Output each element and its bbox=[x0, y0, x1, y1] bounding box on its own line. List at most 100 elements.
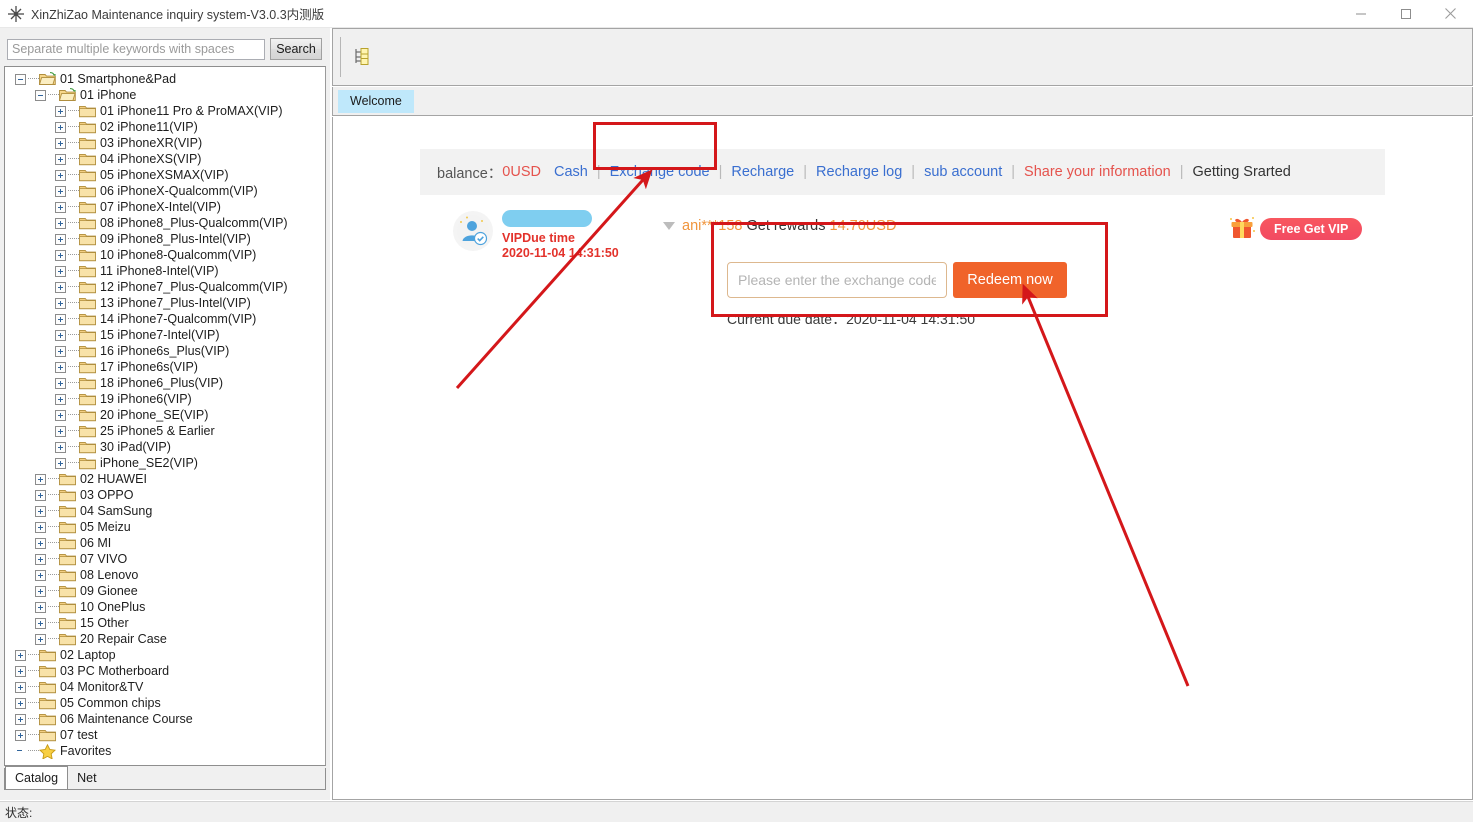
tree-item[interactable]: 02 Laptop bbox=[5, 647, 325, 663]
nav-item-exchange-code[interactable]: Exchange code bbox=[610, 164, 710, 180]
expand-plus-icon[interactable] bbox=[55, 153, 66, 165]
tree-item[interactable]: 08 Lenovo bbox=[5, 567, 325, 583]
tree-item[interactable]: 10 OnePlus bbox=[5, 599, 325, 615]
tree-item[interactable]: 05 Meizu bbox=[5, 519, 325, 535]
tree-item[interactable]: 07 iPhoneX-Intel(VIP) bbox=[5, 199, 325, 215]
maximize-icon[interactable] bbox=[1383, 0, 1428, 27]
expand-plus-icon[interactable] bbox=[15, 729, 26, 741]
tree-item[interactable]: 05 Common chips bbox=[5, 695, 325, 711]
expand-plus-icon[interactable] bbox=[15, 681, 26, 693]
tree-item[interactable]: 06 iPhoneX-Qualcomm(VIP) bbox=[5, 183, 325, 199]
sidebar-tab-catalog[interactable]: Catalog bbox=[5, 766, 69, 789]
tree-item[interactable]: 03 PC Motherboard bbox=[5, 663, 325, 679]
expand-plus-icon[interactable] bbox=[15, 665, 26, 677]
expand-plus-icon[interactable] bbox=[35, 633, 46, 645]
expand-plus-icon[interactable] bbox=[55, 249, 66, 261]
expand-plus-icon[interactable] bbox=[55, 137, 66, 149]
expand-plus-icon[interactable] bbox=[55, 281, 66, 293]
tree-item[interactable]: 25 iPhone5 & Earlier bbox=[5, 423, 325, 439]
tree-item[interactable]: 09 Gionee bbox=[5, 583, 325, 599]
exchange-code-input[interactable] bbox=[727, 262, 947, 298]
close-icon[interactable] bbox=[1428, 0, 1473, 27]
expand-plus-icon[interactable] bbox=[55, 361, 66, 373]
tree-item[interactable]: 30 iPad(VIP) bbox=[5, 439, 325, 455]
tree-item[interactable]: 19 iPhone6(VIP) bbox=[5, 391, 325, 407]
tree-item[interactable]: 09 iPhone8_Plus-Intel(VIP) bbox=[5, 231, 325, 247]
tab-welcome[interactable]: Welcome bbox=[338, 89, 414, 113]
expand-plus-icon[interactable] bbox=[55, 329, 66, 341]
tree-item[interactable]: 01 iPhone bbox=[5, 87, 325, 103]
tree-item[interactable]: 10 iPhone8-Qualcomm(VIP) bbox=[5, 247, 325, 263]
collapse-minus-icon[interactable] bbox=[15, 73, 26, 85]
expand-plus-icon[interactable] bbox=[55, 297, 66, 309]
sidebar-tab-net[interactable]: Net bbox=[68, 768, 106, 789]
expand-plus-icon[interactable] bbox=[15, 649, 26, 661]
expand-plus-icon[interactable] bbox=[35, 553, 46, 565]
expand-plus-icon[interactable] bbox=[55, 345, 66, 357]
expand-plus-icon[interactable] bbox=[55, 185, 66, 197]
tree-item[interactable]: 05 iPhoneXSMAX(VIP) bbox=[5, 167, 325, 183]
tree-item[interactable]: 12 iPhone7_Plus-Qualcomm(VIP) bbox=[5, 279, 325, 295]
collapse-minus-icon[interactable] bbox=[35, 89, 46, 101]
tree-item[interactable]: 04 Monitor&TV bbox=[5, 679, 325, 695]
expand-plus-icon[interactable] bbox=[35, 521, 46, 533]
tree-item[interactable]: 07 VIVO bbox=[5, 551, 325, 567]
tree-item[interactable]: 20 Repair Case bbox=[5, 631, 325, 647]
tree-item[interactable]: 15 Other bbox=[5, 615, 325, 631]
tree-item[interactable]: 20 iPhone_SE(VIP) bbox=[5, 407, 325, 423]
tree-item[interactable]: 07 test bbox=[5, 727, 325, 743]
nav-item-recharge[interactable]: Recharge bbox=[731, 164, 794, 180]
expand-plus-icon[interactable] bbox=[35, 489, 46, 501]
expand-plus-icon[interactable] bbox=[55, 169, 66, 181]
tree-item[interactable]: 13 iPhone7_Plus-Intel(VIP) bbox=[5, 295, 325, 311]
tree-item[interactable]: 02 iPhone11(VIP) bbox=[5, 119, 325, 135]
expand-plus-icon[interactable] bbox=[55, 409, 66, 421]
tree-item[interactable]: 02 HUAWEI bbox=[5, 471, 325, 487]
expand-plus-icon[interactable] bbox=[55, 105, 66, 117]
expand-plus-icon[interactable] bbox=[15, 713, 26, 725]
expand-plus-icon[interactable] bbox=[55, 265, 66, 277]
tree-item[interactable]: 14 iPhone7-Qualcomm(VIP) bbox=[5, 311, 325, 327]
expand-plus-icon[interactable] bbox=[35, 601, 46, 613]
expand-plus-icon[interactable] bbox=[55, 441, 66, 453]
tree-item[interactable]: Favorites bbox=[5, 743, 325, 760]
free-get-vip-button[interactable]: Free Get VIP bbox=[1260, 218, 1363, 240]
expand-plus-icon[interactable] bbox=[35, 585, 46, 597]
tree-item[interactable]: 16 iPhone6s_Plus(VIP) bbox=[5, 343, 325, 359]
tree-item[interactable]: 08 iPhone8_Plus-Qualcomm(VIP) bbox=[5, 215, 325, 231]
search-input[interactable] bbox=[7, 38, 265, 60]
tree-item[interactable]: 01 iPhone11 Pro & ProMAX(VIP) bbox=[5, 103, 325, 119]
tree-item[interactable]: 06 Maintenance Course bbox=[5, 711, 325, 727]
nav-item-sub-account[interactable]: sub account bbox=[924, 164, 1002, 180]
expand-plus-icon[interactable] bbox=[55, 217, 66, 229]
expand-plus-icon[interactable] bbox=[55, 393, 66, 405]
expand-plus-icon[interactable] bbox=[55, 201, 66, 213]
nav-item-getting-started[interactable]: Getting Srarted bbox=[1193, 164, 1291, 180]
expand-plus-icon[interactable] bbox=[35, 537, 46, 549]
tree-item[interactable]: 03 iPhoneXR(VIP) bbox=[5, 135, 325, 151]
expand-plus-icon[interactable] bbox=[55, 425, 66, 437]
expand-plus-icon[interactable] bbox=[55, 233, 66, 245]
expand-plus-icon[interactable] bbox=[55, 377, 66, 389]
catalog-tree-container[interactable]: 01 Smartphone&Pad 01 iPhone 01 iPhone11 Pr… bbox=[4, 66, 326, 766]
nav-item-share-your-information[interactable]: Share your information bbox=[1024, 164, 1171, 180]
expand-plus-icon[interactable] bbox=[35, 473, 46, 485]
tree-item[interactable]: 03 OPPO bbox=[5, 487, 325, 503]
expand-plus-icon[interactable] bbox=[35, 569, 46, 581]
tree-item[interactable]: 04 SamSung bbox=[5, 503, 325, 519]
expand-plus-icon[interactable] bbox=[15, 697, 26, 709]
search-button[interactable]: Search bbox=[270, 38, 322, 60]
tree-item[interactable]: 04 iPhoneXS(VIP) bbox=[5, 151, 325, 167]
tree-item[interactable]: 11 iPhone8-Intel(VIP) bbox=[5, 263, 325, 279]
redeem-now-button[interactable]: Redeem now bbox=[953, 262, 1067, 298]
minimize-icon[interactable] bbox=[1338, 0, 1383, 27]
org-chart-icon[interactable] bbox=[349, 43, 377, 71]
expand-plus-icon[interactable] bbox=[55, 121, 66, 133]
tree-item[interactable]: 01 Smartphone&Pad bbox=[5, 71, 325, 87]
expand-plus-icon[interactable] bbox=[35, 617, 46, 629]
tree-item[interactable]: 18 iPhone6_Plus(VIP) bbox=[5, 375, 325, 391]
nav-item-recharge-log[interactable]: Recharge log bbox=[816, 164, 902, 180]
tree-item[interactable]: 06 MI bbox=[5, 535, 325, 551]
nav-item-cash[interactable]: Cash bbox=[554, 164, 588, 180]
expand-plus-icon[interactable] bbox=[55, 313, 66, 325]
